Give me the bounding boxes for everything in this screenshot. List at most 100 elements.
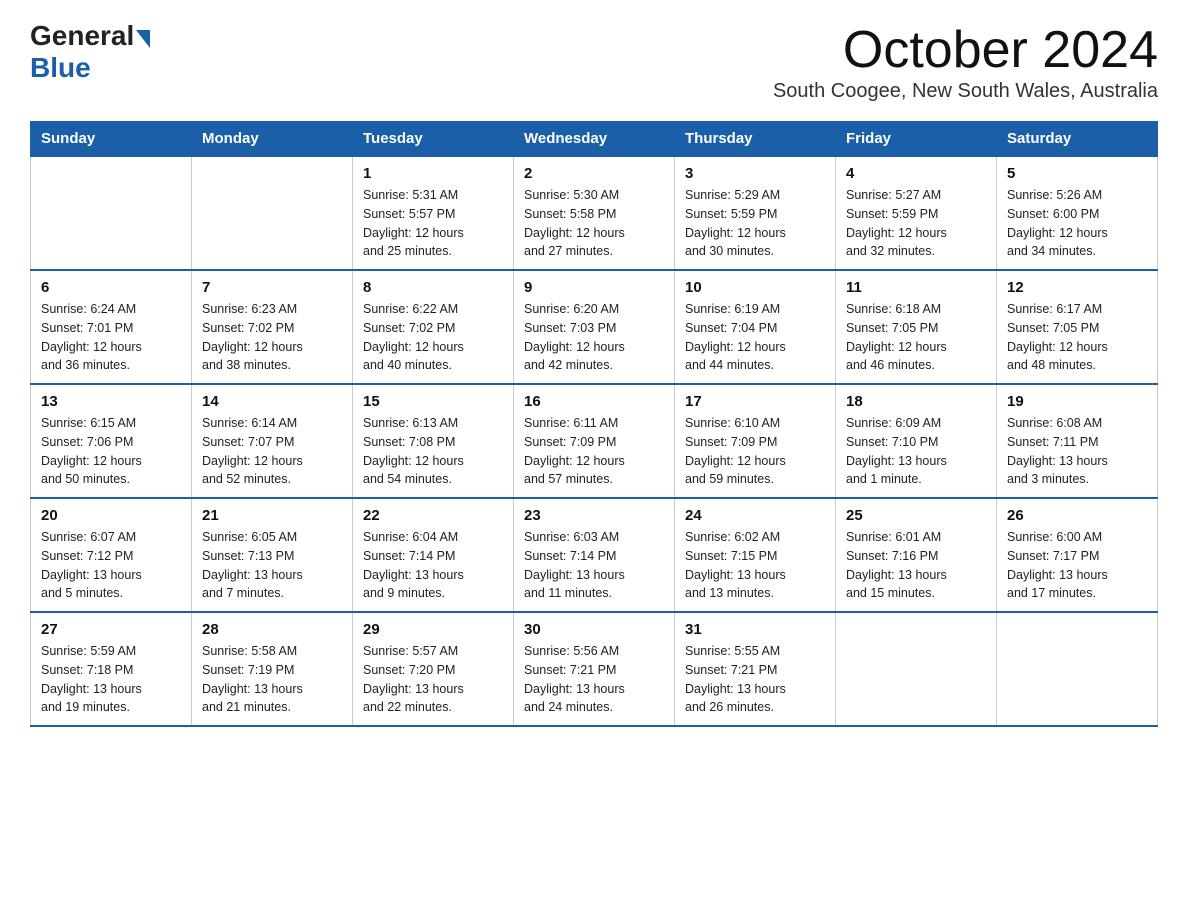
day-info: Sunrise: 6:11 AM Sunset: 7:09 PM Dayligh… xyxy=(524,416,625,486)
day-cell: 17 Sunrise: 6:10 AM Sunset: 7:09 PM Dayli… xyxy=(675,384,836,498)
header-wednesday: Wednesday xyxy=(514,122,675,157)
day-number: 25 xyxy=(846,507,986,524)
day-cell: 22 Sunrise: 6:04 AM Sunset: 7:14 PM Dayli… xyxy=(353,498,514,612)
day-cell xyxy=(997,612,1158,726)
day-cell: 1 Sunrise: 5:31 AM Sunset: 5:57 PM Daylig… xyxy=(353,156,514,270)
day-info: Sunrise: 6:17 AM Sunset: 7:05 PM Dayligh… xyxy=(1007,302,1108,372)
day-cell: 16 Sunrise: 6:11 AM Sunset: 7:09 PM Dayli… xyxy=(514,384,675,498)
day-number: 29 xyxy=(363,621,503,638)
day-info: Sunrise: 6:19 AM Sunset: 7:04 PM Dayligh… xyxy=(685,302,786,372)
day-cell: 20 Sunrise: 6:07 AM Sunset: 7:12 PM Dayli… xyxy=(31,498,192,612)
logo-general-text: General xyxy=(30,20,134,52)
day-number: 12 xyxy=(1007,279,1147,296)
day-cell: 8 Sunrise: 6:22 AM Sunset: 7:02 PM Daylig… xyxy=(353,270,514,384)
day-cell: 4Sunrise: 5:27 AM Sunset: 5:59 PM Daylig… xyxy=(836,156,997,270)
header-monday: Monday xyxy=(192,122,353,157)
day-info: Sunrise: 5:55 AM Sunset: 7:21 PM Dayligh… xyxy=(685,644,786,714)
week-row-5: 27Sunrise: 5:59 AM Sunset: 7:18 PM Dayli… xyxy=(31,612,1158,726)
header-tuesday: Tuesday xyxy=(353,122,514,157)
day-number: 7 xyxy=(202,279,342,296)
header-row: SundayMondayTuesdayWednesdayThursdayFrid… xyxy=(31,122,1158,157)
day-info: Sunrise: 6:13 AM Sunset: 7:08 PM Dayligh… xyxy=(363,416,464,486)
week-row-1: 1 Sunrise: 5:31 AM Sunset: 5:57 PM Daylig… xyxy=(31,156,1158,270)
week-row-2: 6 Sunrise: 6:24 AM Sunset: 7:01 PM Daylig… xyxy=(31,270,1158,384)
day-cell xyxy=(836,612,997,726)
day-cell: 11 Sunrise: 6:18 AM Sunset: 7:05 PM Dayli… xyxy=(836,270,997,384)
day-cell: 15 Sunrise: 6:13 AM Sunset: 7:08 PM Dayli… xyxy=(353,384,514,498)
day-info: Sunrise: 5:56 AM Sunset: 7:21 PM Dayligh… xyxy=(524,644,625,714)
day-cell xyxy=(31,156,192,270)
day-info: Sunrise: 6:05 AM Sunset: 7:13 PM Dayligh… xyxy=(202,530,303,600)
day-number: 11 xyxy=(846,279,986,296)
day-number: 1 xyxy=(363,165,503,182)
calendar-table: SundayMondayTuesdayWednesdayThursdayFrid… xyxy=(30,121,1158,727)
day-info: Sunrise: 6:18 AM Sunset: 7:05 PM Dayligh… xyxy=(846,302,947,372)
day-number: 6 xyxy=(41,279,181,296)
day-cell: 31Sunrise: 5:55 AM Sunset: 7:21 PM Dayli… xyxy=(675,612,836,726)
logo: General Blue xyxy=(30,20,150,84)
week-row-3: 13 Sunrise: 6:15 AM Sunset: 7:06 PM Dayli… xyxy=(31,384,1158,498)
day-info: Sunrise: 5:59 AM Sunset: 7:18 PM Dayligh… xyxy=(41,644,142,714)
day-number: 16 xyxy=(524,393,664,410)
day-cell: 24 Sunrise: 6:02 AM Sunset: 7:15 PM Dayli… xyxy=(675,498,836,612)
day-cell: 25 Sunrise: 6:01 AM Sunset: 7:16 PM Dayli… xyxy=(836,498,997,612)
day-cell: 29 Sunrise: 5:57 AM Sunset: 7:20 PM Dayli… xyxy=(353,612,514,726)
day-info: Sunrise: 6:23 AM Sunset: 7:02 PM Dayligh… xyxy=(202,302,303,372)
day-number: 19 xyxy=(1007,393,1147,410)
day-number: 2 xyxy=(524,165,664,182)
day-number: 8 xyxy=(363,279,503,296)
day-number: 3 xyxy=(685,165,825,182)
day-info: Sunrise: 5:31 AM Sunset: 5:57 PM Dayligh… xyxy=(363,188,464,258)
day-info: Sunrise: 5:30 AM Sunset: 5:58 PM Dayligh… xyxy=(524,188,625,258)
day-info: Sunrise: 5:58 AM Sunset: 7:19 PM Dayligh… xyxy=(202,644,303,714)
day-info: Sunrise: 5:26 AM Sunset: 6:00 PM Dayligh… xyxy=(1007,188,1108,258)
day-number: 28 xyxy=(202,621,342,638)
day-info: Sunrise: 6:08 AM Sunset: 7:11 PM Dayligh… xyxy=(1007,416,1108,486)
day-number: 17 xyxy=(685,393,825,410)
day-info: Sunrise: 6:15 AM Sunset: 7:06 PM Dayligh… xyxy=(41,416,142,486)
day-number: 9 xyxy=(524,279,664,296)
day-info: Sunrise: 6:10 AM Sunset: 7:09 PM Dayligh… xyxy=(685,416,786,486)
day-cell: 18 Sunrise: 6:09 AM Sunset: 7:10 PM Dayli… xyxy=(836,384,997,498)
day-cell: 14Sunrise: 6:14 AM Sunset: 7:07 PM Dayli… xyxy=(192,384,353,498)
day-cell: 7 Sunrise: 6:23 AM Sunset: 7:02 PM Daylig… xyxy=(192,270,353,384)
day-info: Sunrise: 6:07 AM Sunset: 7:12 PM Dayligh… xyxy=(41,530,142,600)
month-title: October 2024 xyxy=(773,20,1158,80)
day-number: 13 xyxy=(41,393,181,410)
day-number: 30 xyxy=(524,621,664,638)
day-number: 5 xyxy=(1007,165,1147,182)
day-info: Sunrise: 6:22 AM Sunset: 7:02 PM Dayligh… xyxy=(363,302,464,372)
day-info: Sunrise: 6:01 AM Sunset: 7:16 PM Dayligh… xyxy=(846,530,947,600)
day-cell: 2 Sunrise: 5:30 AM Sunset: 5:58 PM Daylig… xyxy=(514,156,675,270)
day-number: 18 xyxy=(846,393,986,410)
day-info: Sunrise: 6:03 AM Sunset: 7:14 PM Dayligh… xyxy=(524,530,625,600)
day-info: Sunrise: 5:57 AM Sunset: 7:20 PM Dayligh… xyxy=(363,644,464,714)
day-cell: 21 Sunrise: 6:05 AM Sunset: 7:13 PM Dayli… xyxy=(192,498,353,612)
day-cell: 9 Sunrise: 6:20 AM Sunset: 7:03 PM Daylig… xyxy=(514,270,675,384)
day-number: 4 xyxy=(846,165,986,182)
day-cell: 5 Sunrise: 5:26 AM Sunset: 6:00 PM Daylig… xyxy=(997,156,1158,270)
day-number: 24 xyxy=(685,507,825,524)
calendar-body: 1 Sunrise: 5:31 AM Sunset: 5:57 PM Daylig… xyxy=(31,156,1158,726)
day-cell: 12 Sunrise: 6:17 AM Sunset: 7:05 PM Dayli… xyxy=(997,270,1158,384)
day-cell: 6 Sunrise: 6:24 AM Sunset: 7:01 PM Daylig… xyxy=(31,270,192,384)
day-number: 15 xyxy=(363,393,503,410)
day-number: 21 xyxy=(202,507,342,524)
day-cell: 23Sunrise: 6:03 AM Sunset: 7:14 PM Dayli… xyxy=(514,498,675,612)
day-cell: 28 Sunrise: 5:58 AM Sunset: 7:19 PM Dayli… xyxy=(192,612,353,726)
day-number: 10 xyxy=(685,279,825,296)
logo-blue-text: Blue xyxy=(30,52,91,84)
day-info: Sunrise: 6:20 AM Sunset: 7:03 PM Dayligh… xyxy=(524,302,625,372)
day-info: Sunrise: 6:00 AM Sunset: 7:17 PM Dayligh… xyxy=(1007,530,1108,600)
day-number: 20 xyxy=(41,507,181,524)
day-info: Sunrise: 6:04 AM Sunset: 7:14 PM Dayligh… xyxy=(363,530,464,600)
day-info: Sunrise: 6:09 AM Sunset: 7:10 PM Dayligh… xyxy=(846,416,947,486)
day-number: 22 xyxy=(363,507,503,524)
day-cell: 30 Sunrise: 5:56 AM Sunset: 7:21 PM Dayli… xyxy=(514,612,675,726)
day-info: Sunrise: 6:24 AM Sunset: 7:01 PM Dayligh… xyxy=(41,302,142,372)
day-info: Sunrise: 6:02 AM Sunset: 7:15 PM Dayligh… xyxy=(685,530,786,600)
day-info: Sunrise: 6:14 AM Sunset: 7:07 PM Dayligh… xyxy=(202,416,303,486)
day-cell: 3Sunrise: 5:29 AM Sunset: 5:59 PM Daylig… xyxy=(675,156,836,270)
day-cell: 13 Sunrise: 6:15 AM Sunset: 7:06 PM Dayli… xyxy=(31,384,192,498)
day-cell: 27Sunrise: 5:59 AM Sunset: 7:18 PM Dayli… xyxy=(31,612,192,726)
